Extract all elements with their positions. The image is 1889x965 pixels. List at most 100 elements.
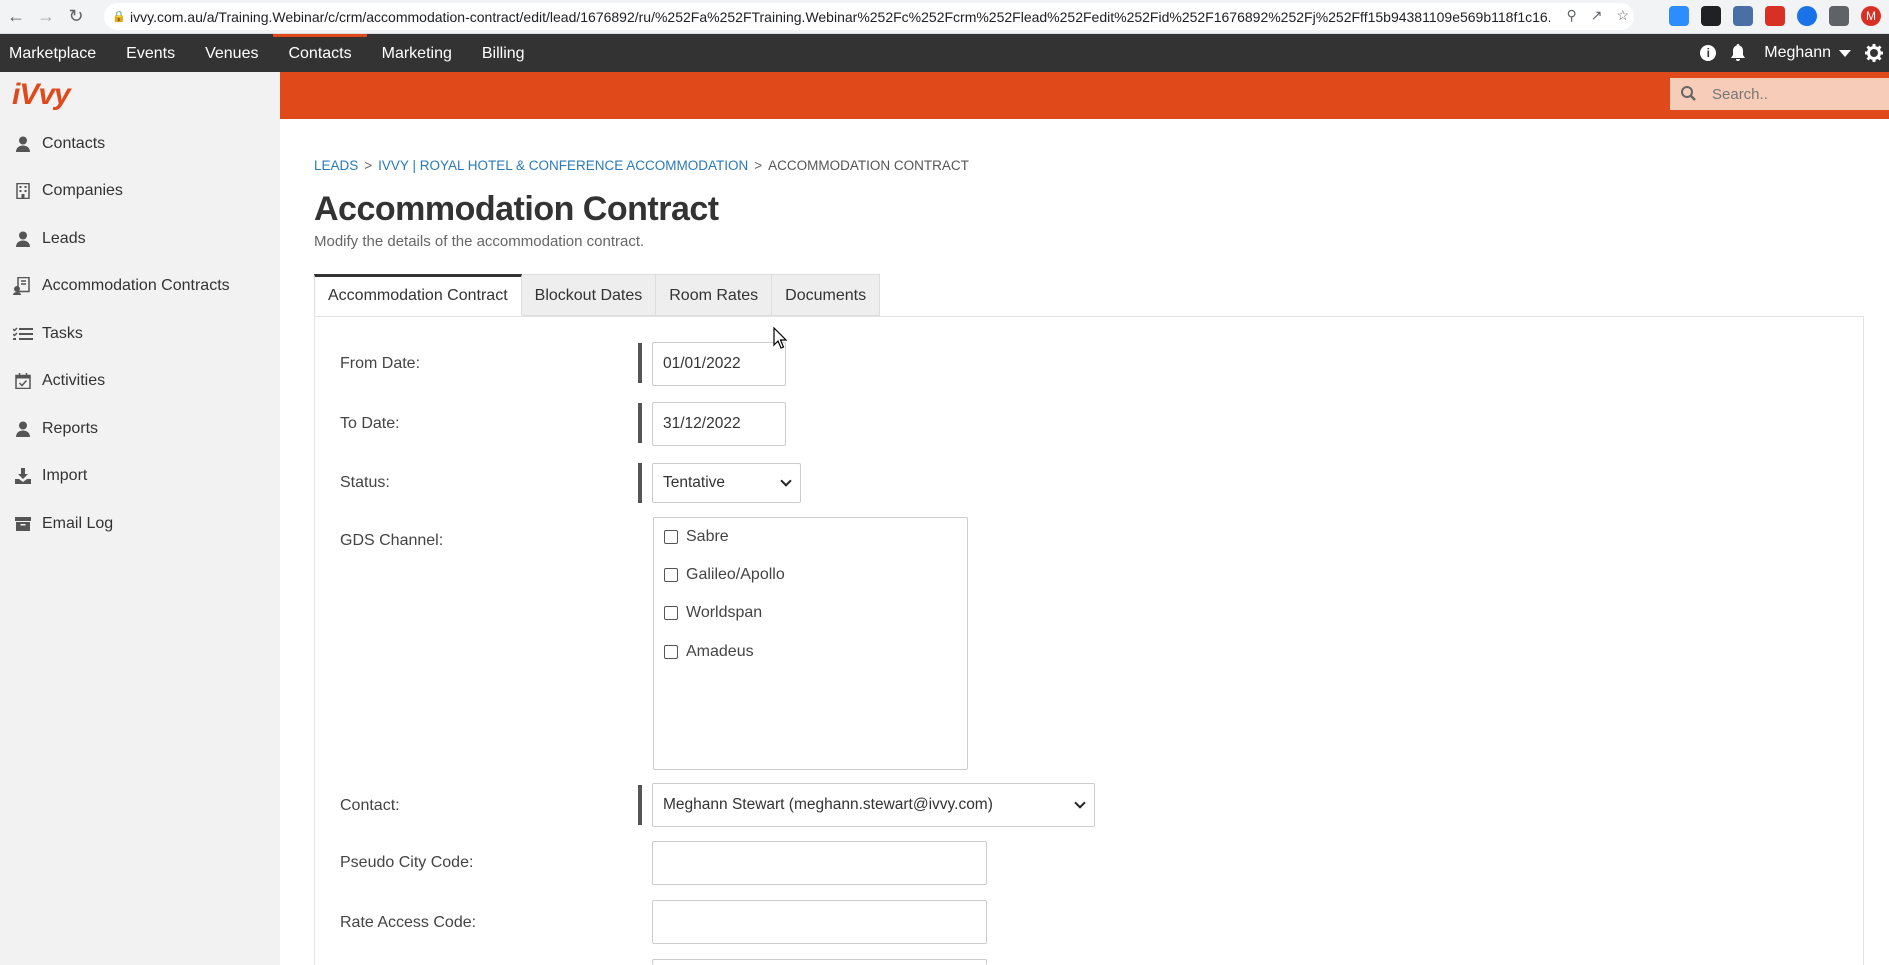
address-bar[interactable]: 🔒 ivvy.com.au/a/Training.Webinar/c/crm/a…	[104, 3, 1634, 30]
calendar-extension-icon[interactable]	[1765, 6, 1785, 26]
tab-accommodation-contract[interactable]: Accommodation Contract	[314, 274, 522, 316]
required-indicator	[638, 403, 642, 443]
info-icon[interactable]: i	[1700, 45, 1717, 61]
rate-access-code-label: Rate Access Code:	[340, 914, 477, 931]
tab-documents[interactable]: Documents	[772, 274, 881, 316]
sidebar-item-contacts[interactable]: Contacts	[0, 129, 280, 159]
gds-option-galileo-apollo[interactable]: Galileo/Apollo	[664, 566, 785, 584]
to-date-label: To Date:	[340, 415, 400, 432]
sidebar-item-label: Import	[42, 467, 88, 484]
gds-option-label: Galileo/Apollo	[686, 566, 785, 583]
circle-extension-icon[interactable]	[1797, 6, 1817, 26]
sidebar-item-label: Reports	[42, 420, 99, 437]
nav-marketplace[interactable]: Marketplace	[0, 34, 111, 72]
nav-events[interactable]: Events	[111, 34, 190, 72]
caret-down-icon	[1839, 49, 1851, 57]
contact-select[interactable]: Meghann Stewart (meghann.stewart@ivvy.co…	[652, 783, 1095, 827]
nav-contacts[interactable]: Contacts	[273, 34, 367, 72]
breadcrumb-leads[interactable]: LEADS	[314, 158, 358, 173]
breadcrumb-separator: >	[754, 158, 763, 173]
chevron-down-icon	[780, 475, 792, 487]
tab-room-rates[interactable]: Room Rates	[656, 274, 773, 316]
header-bar	[280, 72, 1889, 119]
sidebar-item-label: Tasks	[42, 325, 83, 342]
url-text: ivvy.com.au/a/Training.Webinar/c/crm/acc…	[130, 8, 1550, 25]
pseudo-city-code-label: Pseudo City Code:	[340, 854, 474, 871]
status-select[interactable]: Tentative	[652, 463, 801, 503]
gds-option-worldspan[interactable]: Worldspan	[664, 604, 762, 622]
sidebar-item-label: Accommodation Contracts	[42, 277, 230, 294]
status-label: Status:	[340, 474, 390, 491]
chevron-down-icon	[1074, 797, 1086, 809]
page-title: Accommodation Contract	[314, 190, 719, 228]
sidebar-item-label: Activities	[42, 372, 106, 389]
sidebar-item-label: Leads	[42, 230, 86, 247]
sidebar-item-companies[interactable]: Companies	[0, 176, 280, 206]
sidebar: iVvy Contacts Companies Leads Accommodat…	[0, 72, 280, 965]
breadcrumb-lead[interactable]: IVVY | ROYAL HOTEL & CONFERENCE ACCOMMOD…	[378, 158, 748, 173]
user-menu[interactable]: Meghann	[1764, 44, 1851, 62]
sidebar-item-import[interactable]: Import	[0, 461, 280, 491]
back-icon[interactable]: ←	[2, 3, 30, 31]
gds-channel-label: GDS Channel:	[340, 532, 444, 549]
tab-bar: Accommodation Contract Blockout Dates Ro…	[314, 274, 881, 316]
from-date-field[interactable]: 01/01/2022	[652, 342, 786, 386]
tab-blockout-dates[interactable]: Blockout Dates	[521, 274, 657, 316]
tab-panel	[314, 316, 1864, 965]
gear-icon[interactable]	[1865, 44, 1883, 62]
nav-venues[interactable]: Venues	[190, 34, 273, 72]
rate-access-code-input[interactable]	[652, 900, 987, 944]
sidebar-item-activities[interactable]: Activities	[0, 366, 280, 396]
search-input[interactable]	[1712, 85, 1882, 103]
contract-icon	[12, 277, 34, 295]
sidebar-item-email-log[interactable]: Email Log	[0, 509, 280, 539]
bell-icon[interactable]	[1730, 44, 1746, 62]
status-selected-value: Tentative	[663, 474, 726, 491]
to-date-field[interactable]: 31/12/2022	[652, 402, 786, 446]
pseudo-city-code-input[interactable]	[652, 841, 987, 885]
top-navigation: Marketplace Events Venues Contacts Marke…	[0, 34, 1889, 72]
gds-option-label: Amadeus	[686, 643, 754, 660]
gds-option-label: Sabre	[686, 528, 729, 545]
search-icon	[1681, 86, 1696, 101]
next-field-partial[interactable]	[652, 959, 987, 965]
gds-option-amadeus[interactable]: Amadeus	[664, 643, 754, 661]
checkbox[interactable]	[664, 530, 678, 544]
gds-option-label: Worldspan	[686, 604, 763, 621]
breadcrumb-current: ACCOMMODATION CONTRACT	[768, 158, 969, 173]
zoom-extension-icon[interactable]	[1669, 6, 1689, 26]
sidebar-item-leads[interactable]: Leads	[0, 224, 280, 254]
required-indicator	[638, 785, 642, 825]
puzzle-extensions-icon[interactable]	[1829, 6, 1849, 26]
checkbox[interactable]	[664, 645, 678, 659]
nav-marketing[interactable]: Marketing	[367, 34, 467, 72]
checklist-icon	[12, 325, 34, 343]
forward-icon[interactable]: →	[32, 3, 60, 31]
nav-billing[interactable]: Billing	[467, 34, 540, 72]
bookmark-star-icon[interactable]: ☆	[1616, 7, 1629, 24]
search-box	[1670, 78, 1889, 110]
ivvy-logo[interactable]: iVvy	[12, 78, 71, 112]
reload-icon[interactable]: ↻	[62, 3, 90, 31]
profile-avatar[interactable]: M	[1861, 6, 1881, 26]
sidebar-item-tasks[interactable]: Tasks	[0, 319, 280, 349]
sidebar-item-label: Email Log	[42, 515, 114, 532]
sidebar-item-accommodation-contracts[interactable]: Accommodation Contracts	[0, 271, 280, 301]
from-date-label: From Date:	[340, 355, 421, 372]
lock-icon: 🔒	[112, 11, 126, 23]
translate-extension-icon[interactable]	[1733, 6, 1753, 26]
share-icon[interactable]: ↗	[1591, 7, 1603, 24]
checkbox[interactable]	[664, 606, 678, 620]
required-indicator	[638, 463, 642, 503]
contact-selected-value: Meghann Stewart (meghann.stewart@ivvy.co…	[663, 796, 993, 813]
building-icon	[12, 182, 34, 200]
sidebar-item-label: Contacts	[42, 135, 106, 152]
mouse-cursor-icon	[773, 327, 787, 349]
gds-channel-list: Sabre Galileo/Apollo Worldspan Amadeus	[653, 517, 968, 770]
zoom-icon[interactable]: ⚲	[1566, 7, 1576, 24]
pen-extension-icon[interactable]	[1701, 6, 1721, 26]
gds-option-sabre[interactable]: Sabre	[664, 528, 729, 546]
person-icon	[12, 230, 34, 248]
sidebar-item-reports[interactable]: Reports	[0, 414, 280, 444]
checkbox[interactable]	[664, 568, 678, 582]
